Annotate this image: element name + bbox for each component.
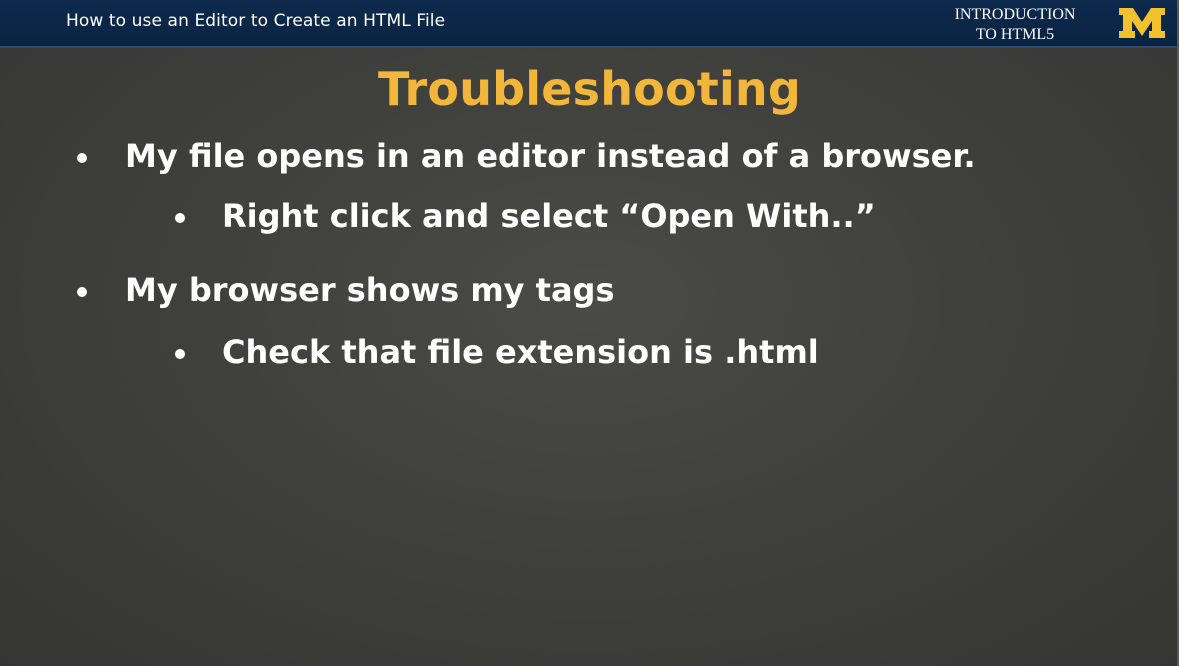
header-bar: How to use an Editor to Create an HTML F…: [0, 0, 1179, 48]
sub-bullet-dot: [175, 213, 185, 223]
bullet-item: My browser shows my tags: [125, 271, 615, 309]
sub-bullet-item: Check that file extension is .html: [222, 333, 819, 371]
sub-bullet-item: Right click and select “Open With..”: [222, 197, 876, 235]
bullet-item: My file opens in an editor instead of a …: [125, 137, 976, 175]
university-m-logo-icon: [1119, 8, 1165, 38]
course-label-line1: INTRODUCTION: [954, 6, 1076, 23]
course-label-line2: TO HTML5: [975, 26, 1055, 43]
bullet-dot: [77, 287, 87, 297]
course-label: INTRODUCTION TO HTML5: [935, 5, 1095, 45]
bullet-dot: [77, 153, 87, 163]
lecture-title: How to use an Editor to Create an HTML F…: [66, 11, 446, 31]
slide: How to use an Editor to Create an HTML F…: [0, 0, 1179, 666]
sub-bullet-dot: [175, 349, 185, 359]
slide-title: Troubleshooting: [377, 62, 802, 116]
